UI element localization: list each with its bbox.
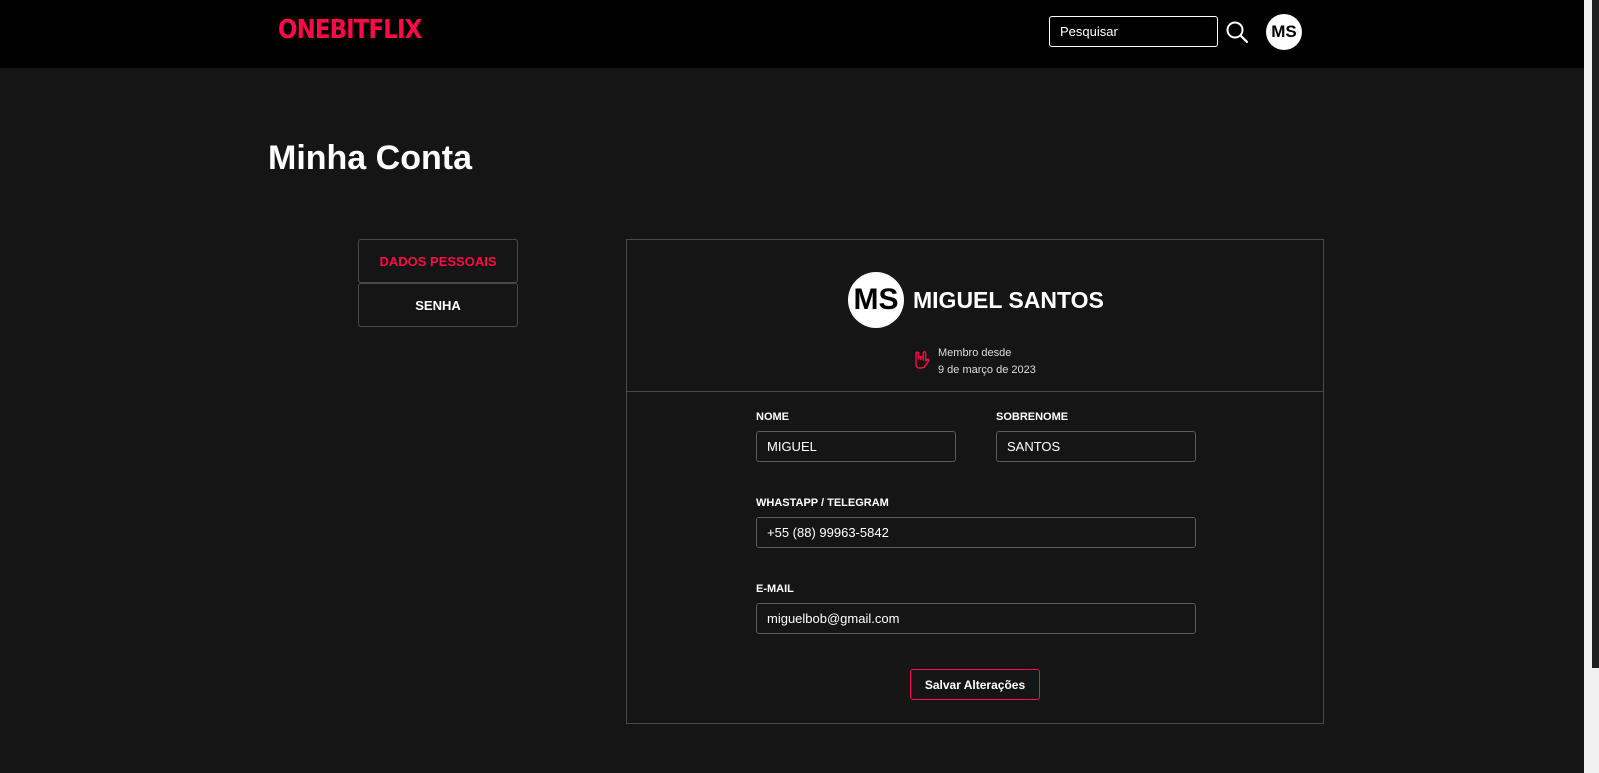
search-icon[interactable] [1225, 20, 1249, 44]
scrollbar-thumb[interactable] [1592, 0, 1599, 668]
profile-name: MIGUEL SANTOS [913, 287, 1104, 313]
last-name-field[interactable] [996, 431, 1196, 462]
phone-field[interactable] [756, 517, 1196, 548]
top-header: ONEBITFLIX MS [0, 0, 1584, 68]
profile-avatar: MS [848, 272, 904, 328]
last-name-label: SOBRENOME [996, 411, 1069, 423]
member-since-date: 9 de março de 2023 [938, 364, 1036, 376]
tab-password[interactable]: SENHA [358, 283, 518, 327]
phone-label: WHASTAPP / TELEGRAM [756, 497, 889, 509]
search-input[interactable] [1049, 16, 1218, 47]
rock-hand-icon [915, 351, 930, 369]
email-label: E-MAIL [756, 583, 794, 595]
user-avatar[interactable]: MS [1266, 14, 1302, 50]
save-changes-button[interactable]: Salvar Alterações [910, 669, 1040, 700]
member-since-label: Membro desde [938, 347, 1012, 359]
tab-personal-data[interactable]: DADOS PESSOAIS [358, 239, 518, 283]
first-name-label: NOME [756, 411, 789, 423]
page-title: Minha Conta [268, 139, 472, 177]
email-field[interactable] [756, 603, 1196, 634]
account-card: MS MIGUEL SANTOS Membro desde 9 de março… [626, 239, 1324, 724]
first-name-field[interactable] [756, 431, 956, 462]
onebitflix-logo[interactable]: ONEBITFLIX [278, 15, 422, 45]
card-divider [627, 391, 1323, 392]
